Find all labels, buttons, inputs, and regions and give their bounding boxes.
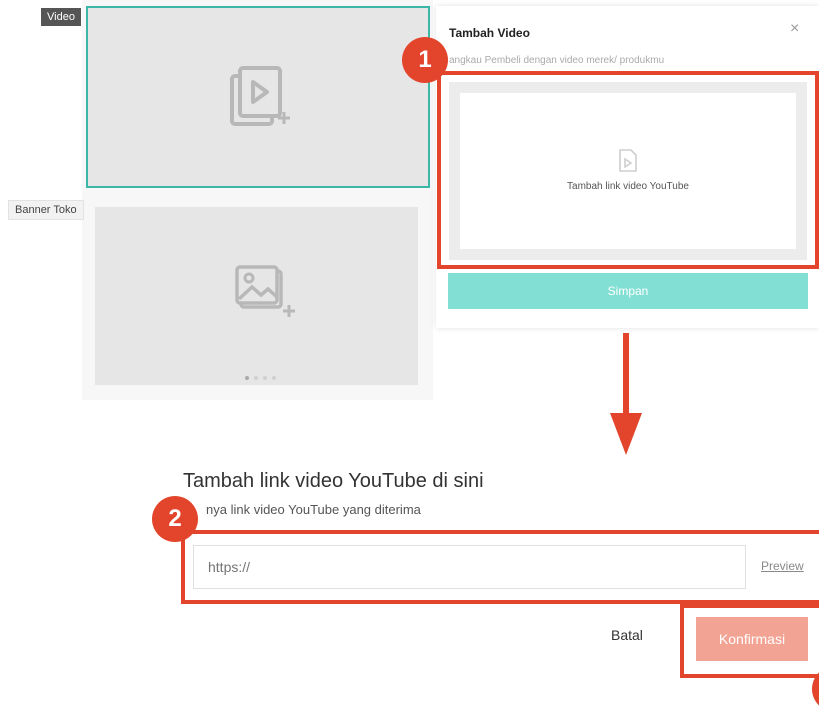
step-badge-2: 2 bbox=[152, 496, 198, 542]
video-section-tag: Video bbox=[41, 8, 81, 26]
youtube-link-title: Tambah link video YouTube di sini bbox=[183, 470, 484, 492]
close-icon[interactable]: × bbox=[790, 20, 799, 38]
highlight-box-3 bbox=[680, 604, 819, 678]
cancel-button[interactable]: Batal bbox=[611, 627, 643, 643]
modal-subtitle: angkau Pembeli dengan video merek/ produ… bbox=[449, 55, 665, 66]
image-add-icon bbox=[235, 265, 295, 317]
save-button[interactable]: Simpan bbox=[448, 273, 808, 309]
video-slot[interactable] bbox=[86, 6, 430, 188]
banner-carousel-dots[interactable] bbox=[245, 376, 276, 380]
video-add-icon bbox=[230, 66, 290, 126]
banner-section-tag: Banner Toko bbox=[8, 200, 84, 220]
youtube-link-note: nya link video YouTube yang diterima bbox=[206, 502, 421, 517]
preview-link[interactable]: Preview bbox=[761, 559, 804, 573]
step-badge-1: 1 bbox=[402, 37, 448, 83]
banner-slot[interactable] bbox=[95, 207, 418, 385]
highlight-box-1 bbox=[437, 71, 819, 269]
modal-title: Tambah Video bbox=[449, 26, 530, 40]
down-arrow-icon bbox=[610, 333, 642, 455]
youtube-url-input[interactable] bbox=[193, 545, 746, 589]
